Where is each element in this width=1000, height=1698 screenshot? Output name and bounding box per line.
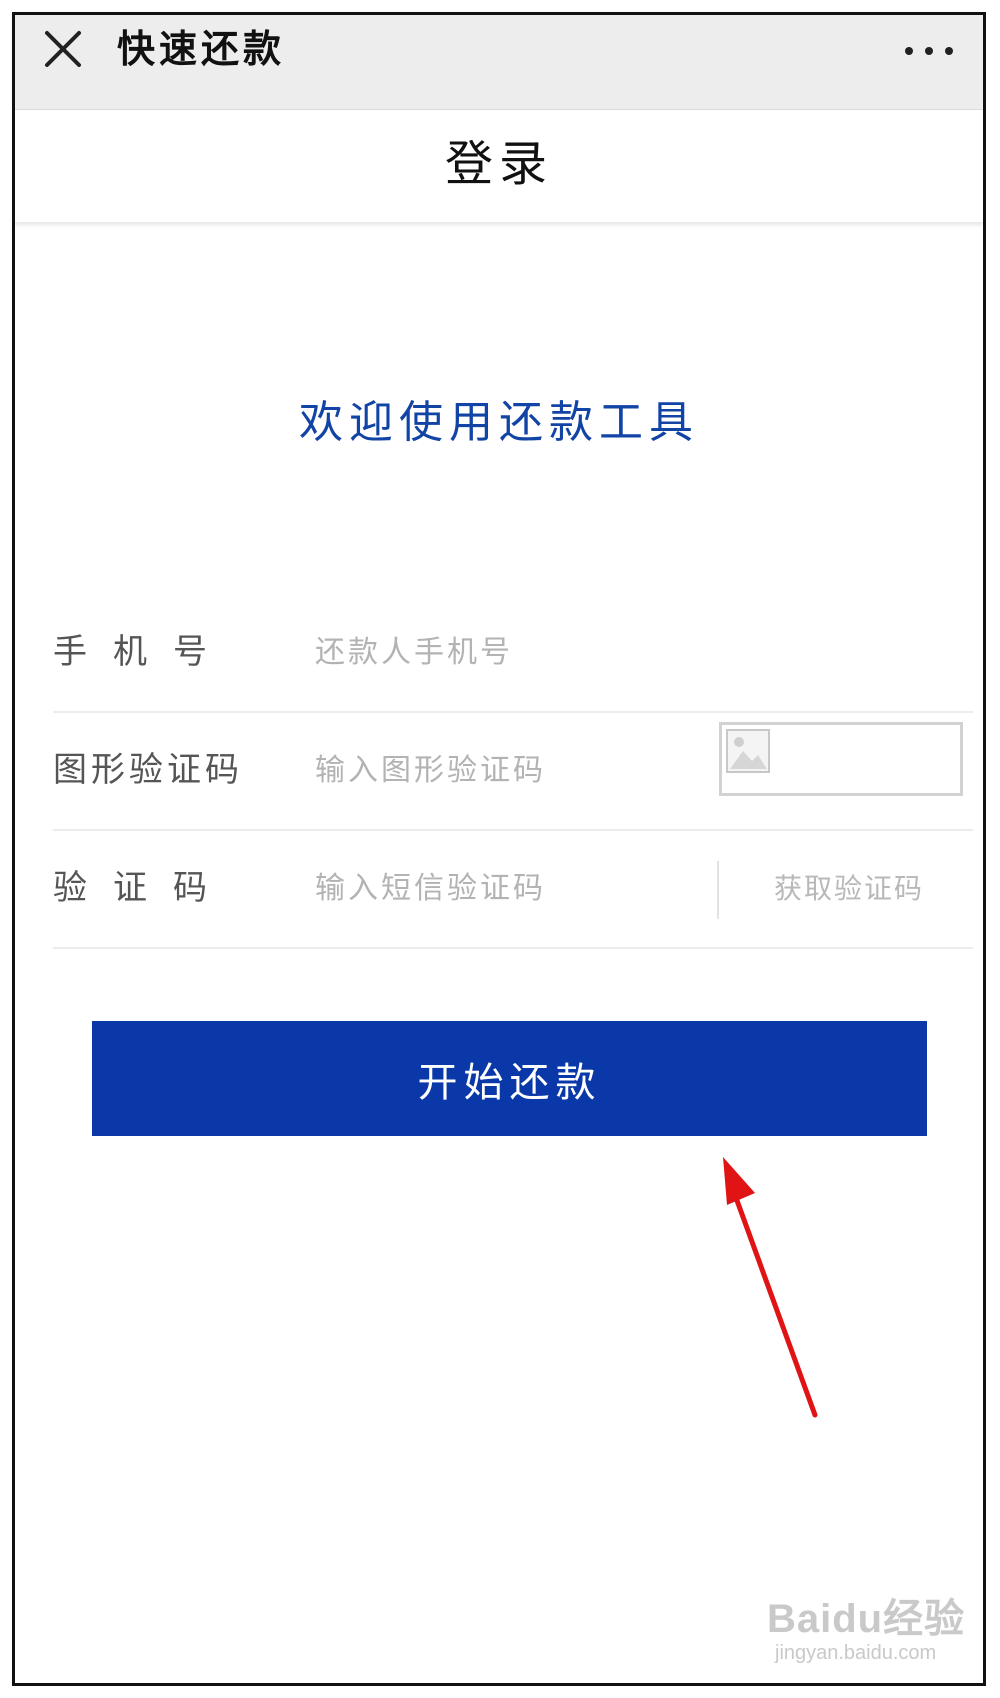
welcome-heading: 欢迎使用还款工具 <box>299 397 699 448</box>
close-icon[interactable] <box>43 29 83 69</box>
watermark-logo: Baidu经验 <box>767 1597 966 1641</box>
phone-screen: 快速还款 登录 欢迎使用还款工具 手机号 图形验证码 验证码 获取验证码 开始还… <box>12 12 986 1686</box>
captcha-row: 图形验证码 <box>53 711 973 831</box>
app-topbar: 快速还款 <box>15 15 983 110</box>
captcha-image[interactable] <box>719 722 963 796</box>
phone-input[interactable] <box>315 627 695 677</box>
app-title: 快速还款 <box>117 26 286 71</box>
get-sms-code-button[interactable]: 获取验证码 <box>725 869 973 909</box>
captcha-input[interactable] <box>315 745 695 795</box>
nav-bar: 登录 <box>15 110 983 222</box>
sms-divider <box>717 861 719 919</box>
more-icon[interactable] <box>903 35 959 65</box>
captcha-label: 图形验证码 <box>53 750 243 790</box>
phone-label: 手机号 <box>53 632 233 672</box>
page-title: 登录 <box>444 136 553 192</box>
start-repayment-button[interactable]: 开始还款 <box>92 1021 927 1136</box>
sms-label: 验证码 <box>53 868 233 908</box>
phone-row: 手机号 <box>53 593 973 713</box>
watermark-url: jingyan.baidu.com <box>775 1642 937 1664</box>
broken-image-icon <box>726 729 770 773</box>
sms-row: 验证码 获取验证码 <box>53 829 973 949</box>
annotation-arrow-icon <box>723 1157 818 1418</box>
watermark: Baidu经验 jingyan.baidu.com <box>767 1597 965 1665</box>
sms-code-input[interactable] <box>315 863 695 913</box>
